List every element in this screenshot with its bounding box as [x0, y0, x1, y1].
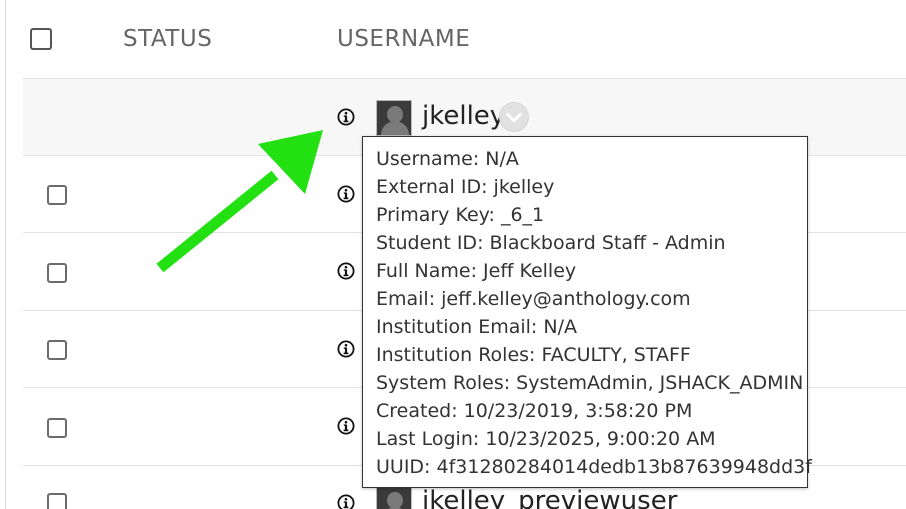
tooltip-institution-email: Institution Email: N/A	[376, 316, 577, 338]
tooltip-primary-key: Primary Key: _6_1	[376, 204, 545, 226]
column-header-username[interactable]: USERNAME	[337, 26, 470, 52]
chevron-down-icon[interactable]	[499, 102, 529, 132]
tooltip-email: Email: jeff.kelley@anthology.com	[376, 288, 691, 310]
row-checkbox[interactable]	[47, 263, 67, 283]
tooltip-uuid: UUID: 4f31280284014dedb13b87639948dd3f	[376, 456, 812, 478]
info-circle-icon[interactable]	[337, 494, 355, 509]
username-link[interactable]: jkelley	[422, 101, 505, 131]
user-info-tooltip: Username: N/A External ID: jkelley Prima…	[362, 136, 812, 488]
tooltip-created: Created: 10/23/2019, 3:58:20 PM	[376, 400, 693, 422]
tooltip-full-name: Full Name: Jeff Kelley	[376, 260, 577, 282]
info-circle-icon[interactable]	[337, 417, 355, 435]
tooltip-external-id: External ID: jkelley	[376, 176, 555, 198]
tooltip-last-login: Last Login: 10/23/2025, 9:00:20 AM	[376, 428, 716, 450]
tooltip-institution-roles: Institution Roles: FACULTY, STAFF	[376, 344, 691, 366]
select-all-checkbox[interactable]	[30, 28, 52, 50]
tooltip-student-id: Student ID: Blackboard Staff - Admin	[376, 232, 726, 254]
info-circle-icon[interactable]	[337, 340, 355, 358]
tooltip-system-roles: System Roles: SystemAdmin, JSHACK_ADMIN	[376, 372, 804, 394]
green-arrow-icon	[156, 130, 323, 273]
column-header-status[interactable]: STATUS	[123, 26, 212, 52]
row-checkbox[interactable]	[47, 185, 67, 205]
tooltip-username: Username: N/A	[376, 148, 519, 170]
user-avatar-icon	[376, 486, 412, 509]
row-checkbox[interactable]	[47, 418, 67, 438]
row-checkbox[interactable]	[47, 340, 67, 360]
table-header: STATUS USERNAME	[0, 0, 906, 78]
username-link[interactable]: jkelley_previewuser	[422, 486, 677, 509]
user-avatar-icon	[376, 100, 412, 136]
row-checkbox[interactable]	[47, 493, 67, 509]
